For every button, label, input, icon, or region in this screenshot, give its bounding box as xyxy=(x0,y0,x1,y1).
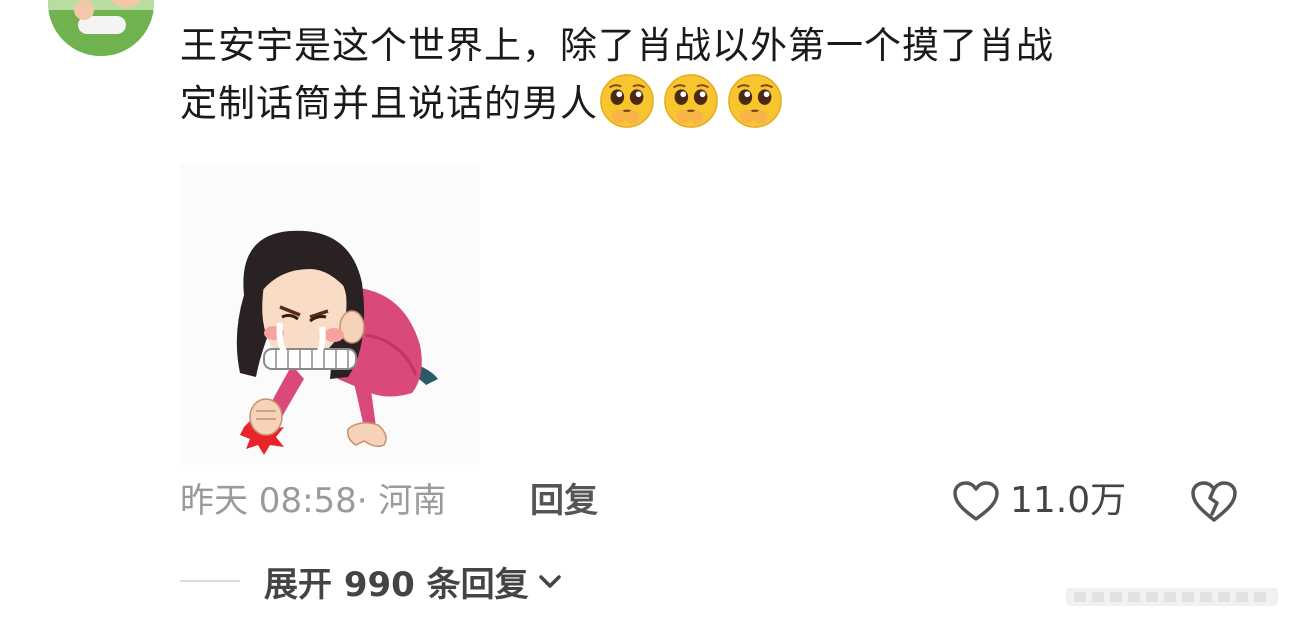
reply-button[interactable]: 回复 xyxy=(530,478,598,524)
like-button[interactable]: 11.0万 xyxy=(952,478,1126,524)
sticker-image[interactable] xyxy=(180,165,480,465)
divider-line xyxy=(180,580,240,582)
broken-heart-icon xyxy=(1191,481,1237,522)
watermark-logo xyxy=(1066,588,1278,606)
comment-line-1: 王安宇是这个世界上，除了肖战以外第一个摸了肖战 xyxy=(180,24,1054,67)
frustrated-girl-sticker-icon xyxy=(236,230,438,455)
comment-meta-row: 昨天 08:58· 河南 回复 11.0万 xyxy=(180,478,1260,524)
comment-time-location: 昨天 08:58· 河南 xyxy=(180,481,447,521)
chevron-down-icon xyxy=(538,575,561,588)
expand-replies[interactable]: 展开 990 条回复 xyxy=(180,558,563,605)
comment-card: 王安宇是这个世界上，除了肖战以外第一个摸了肖战 定制话筒并且说话的男人 昨天 0… xyxy=(0,0,1290,628)
expand-replies-label: 展开 990 条回复 xyxy=(264,564,529,605)
comment-body: 王安宇是这个世界上，除了肖战以外第一个摸了肖战 定制话筒并且说话的男人 xyxy=(180,20,1240,130)
like-count: 11.0万 xyxy=(1010,480,1127,521)
comment-line-2-text: 定制话筒并且说话的男人 xyxy=(180,82,598,125)
comment-line-2: 定制话筒并且说话的男人 xyxy=(180,72,1240,130)
dislike-button[interactable] xyxy=(1190,478,1238,524)
pleading-face-icon xyxy=(600,74,654,128)
heart-icon xyxy=(953,481,999,521)
avatar[interactable] xyxy=(48,0,154,56)
pleading-face-icon xyxy=(728,74,782,128)
pleading-face-icon xyxy=(664,74,718,128)
